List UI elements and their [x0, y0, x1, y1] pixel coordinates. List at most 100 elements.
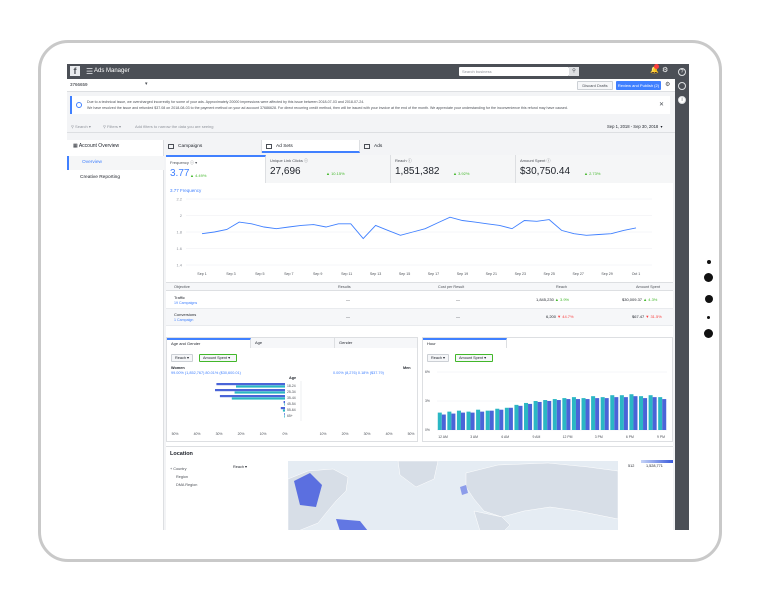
review-publish-button[interactable]: Review and Publish (2)	[616, 81, 661, 90]
reach-bar	[466, 411, 471, 430]
spend-bar	[460, 412, 465, 430]
spend-bar	[489, 410, 494, 430]
info-icon[interactable]: i	[678, 96, 686, 104]
dropdown-label: Reach	[175, 356, 186, 360]
column-header-amount-spent[interactable]: Amount Spent	[636, 285, 660, 289]
spend-bar	[623, 397, 628, 430]
facebook-logo[interactable]: f	[70, 66, 80, 76]
reach-bar	[495, 408, 500, 430]
folder-icon	[168, 144, 174, 149]
metric-delta: ▲ 10.15%	[326, 171, 345, 176]
column-header-cost[interactable]: Cost per Result	[438, 285, 464, 289]
x-tick-label: 9 AM	[533, 435, 541, 439]
column-header-results[interactable]: Results	[338, 285, 351, 289]
close-icon[interactable]: ✕	[659, 101, 664, 108]
tab-hour[interactable]: Hour	[423, 338, 507, 348]
tab-age[interactable]: Age	[251, 338, 335, 348]
objective-campaigns-link[interactable]: 19 Campaigns	[174, 301, 197, 305]
tab-gender[interactable]: Gender	[335, 338, 417, 348]
account-selector[interactable]: 3766659	[70, 82, 88, 87]
filter-bar: ⚲ Search ▾ ⚲ Filters ▾ Add filters to na…	[67, 121, 675, 133]
help-icon[interactable]: ?	[678, 68, 686, 76]
tab-campaigns[interactable]: Campaigns	[164, 140, 262, 153]
reach-bar	[648, 395, 653, 430]
age-group-label: 35-44	[287, 396, 296, 400]
dropdown-label: Amount Spent	[459, 356, 484, 360]
reach-value: 6,200 ▼ 44.7%	[546, 314, 574, 319]
info-icon: ⓘ	[190, 160, 195, 165]
app-title[interactable]: Ads Manager	[94, 67, 130, 76]
reach-dropdown[interactable]: Reach ▾	[171, 354, 193, 362]
amount-spent-dropdown[interactable]: Amount Spent ▾	[455, 354, 493, 362]
location-option-region[interactable]: Region	[176, 475, 188, 479]
women-spend-bar	[282, 409, 285, 412]
tab-ad-sets[interactable]: Ad Sets	[262, 140, 360, 153]
world-map[interactable]	[288, 461, 618, 530]
amount-spent-dropdown[interactable]: Amount Spent ▾	[199, 354, 237, 362]
metric-amount-spent[interactable]: Amount Spent ⓘ $30,750.44 ▲ 2.73%	[516, 155, 673, 183]
clock-icon[interactable]	[678, 82, 686, 90]
nav-item-creative-reporting[interactable]: Creative Reporting	[67, 171, 164, 185]
chevron-down-icon[interactable]: ▾	[195, 160, 197, 165]
gear-icon[interactable]: ⚙	[665, 81, 670, 88]
top-navigation-bar: f ☰ Ads Manager Search business ⚲ 🔔 ⚙	[67, 64, 675, 79]
women-reach-bar	[283, 401, 285, 404]
reach-bar	[581, 398, 586, 430]
hour-panel: Hour Reach ▾ Amount Spent ▾ 6% 3% 0% 12 AM 3…	[422, 337, 673, 442]
filters-button[interactable]: ⚲ Filters ▾	[103, 124, 121, 129]
spent-value: $30,009.37 ▲ 4.3%	[622, 297, 657, 302]
gear-icon[interactable]: ⚙	[662, 66, 668, 74]
land-europe-asia	[465, 462, 618, 520]
table-row[interactable]: Traffic 19 Campaigns — — 1,845,230 ▲ 3.9…	[166, 292, 673, 309]
objective-name: Conversions	[174, 312, 197, 317]
account-bar: 3766659 ▾ Discard Drafts Review and Publ…	[67, 79, 675, 92]
x-axis-label-right: 10%	[320, 432, 327, 436]
metric-value: $30,750.44	[520, 166, 571, 177]
chevron-down-icon[interactable]: ▾	[145, 81, 148, 87]
reach-delta: ▲ 3.9%	[554, 297, 570, 302]
women-reach-bar	[219, 395, 285, 398]
column-header-objective[interactable]: Objective	[174, 285, 190, 289]
info-icon: ⓘ	[546, 158, 551, 163]
location-option-country[interactable]: + Country	[170, 467, 187, 471]
location-reach-dropdown[interactable]: Reach ▾	[230, 464, 256, 472]
table-row[interactable]: Conversions 1 Campaign — — 6,200 ▼ 44.7%…	[166, 309, 673, 326]
tab-ads[interactable]: Ads	[360, 140, 675, 153]
spent-number: $30,009.37	[622, 297, 643, 302]
x-tick-label: Sep 23	[515, 272, 526, 276]
column-header-reach[interactable]: Reach	[556, 285, 567, 289]
metric-frequency[interactable]: Frequency ⓘ ▾ 3.77 ▲ 4.49%	[166, 155, 266, 183]
age-group-label: 25-34	[287, 390, 296, 394]
delta-text: 31.5%	[650, 314, 662, 319]
map-legend-bar	[641, 460, 673, 463]
discard-drafts-button[interactable]: Discard Drafts	[577, 81, 613, 90]
age-group-label: 55-64	[287, 408, 296, 412]
account-overview-heading[interactable]: ▦ Account Overview	[73, 143, 119, 149]
search-filter-button[interactable]: ⚲ Search ▾	[71, 124, 91, 129]
search-icon[interactable]: ⚲	[569, 67, 579, 76]
women-stats: 99.00% (1,852,767) 80.01% ($30,600.01)	[171, 371, 241, 375]
metric-reach[interactable]: Reach ⓘ 1,851,382 ▲ 3.92%	[391, 155, 516, 183]
metric-unique-link-clicks[interactable]: Unique Link Clicks ⓘ 27,696 ▲ 10.15%	[266, 155, 391, 183]
x-tick-label: Sep 9	[313, 272, 322, 276]
y-tick-label: 0%	[425, 428, 430, 432]
x-axis-label-right: 20%	[342, 432, 349, 436]
metric-delta: ▲ 4.49%	[190, 173, 207, 178]
nav-item-overview[interactable]: Overview	[67, 156, 164, 170]
spend-bar	[614, 397, 619, 430]
x-tick-label: 3 PM	[595, 435, 603, 439]
x-tick-label: Sep 19	[457, 272, 468, 276]
tab-age-and-gender[interactable]: Age and Gender	[167, 338, 251, 348]
metric-delta: ▲ 3.92%	[453, 171, 470, 176]
x-tick-label: 12 PM	[563, 435, 573, 439]
business-search-input[interactable]: Search business	[459, 67, 569, 76]
reach-dropdown[interactable]: Reach ▾	[427, 354, 449, 362]
filter-hint[interactable]: Add filters to narrow the data you are s…	[135, 124, 214, 129]
location-option-dma-region[interactable]: DMA Region	[176, 483, 197, 487]
date-range-picker[interactable]: Sep 1, 2018 - Sep 30, 2018 ▾	[607, 124, 663, 129]
women-spend-bar	[234, 391, 285, 394]
cost-value: —	[456, 314, 460, 319]
objective-campaigns-link[interactable]: 1 Campaign	[174, 318, 193, 322]
hamburger-icon[interactable]: ☰	[86, 67, 93, 76]
x-tick-label: Sep 7	[284, 272, 293, 276]
